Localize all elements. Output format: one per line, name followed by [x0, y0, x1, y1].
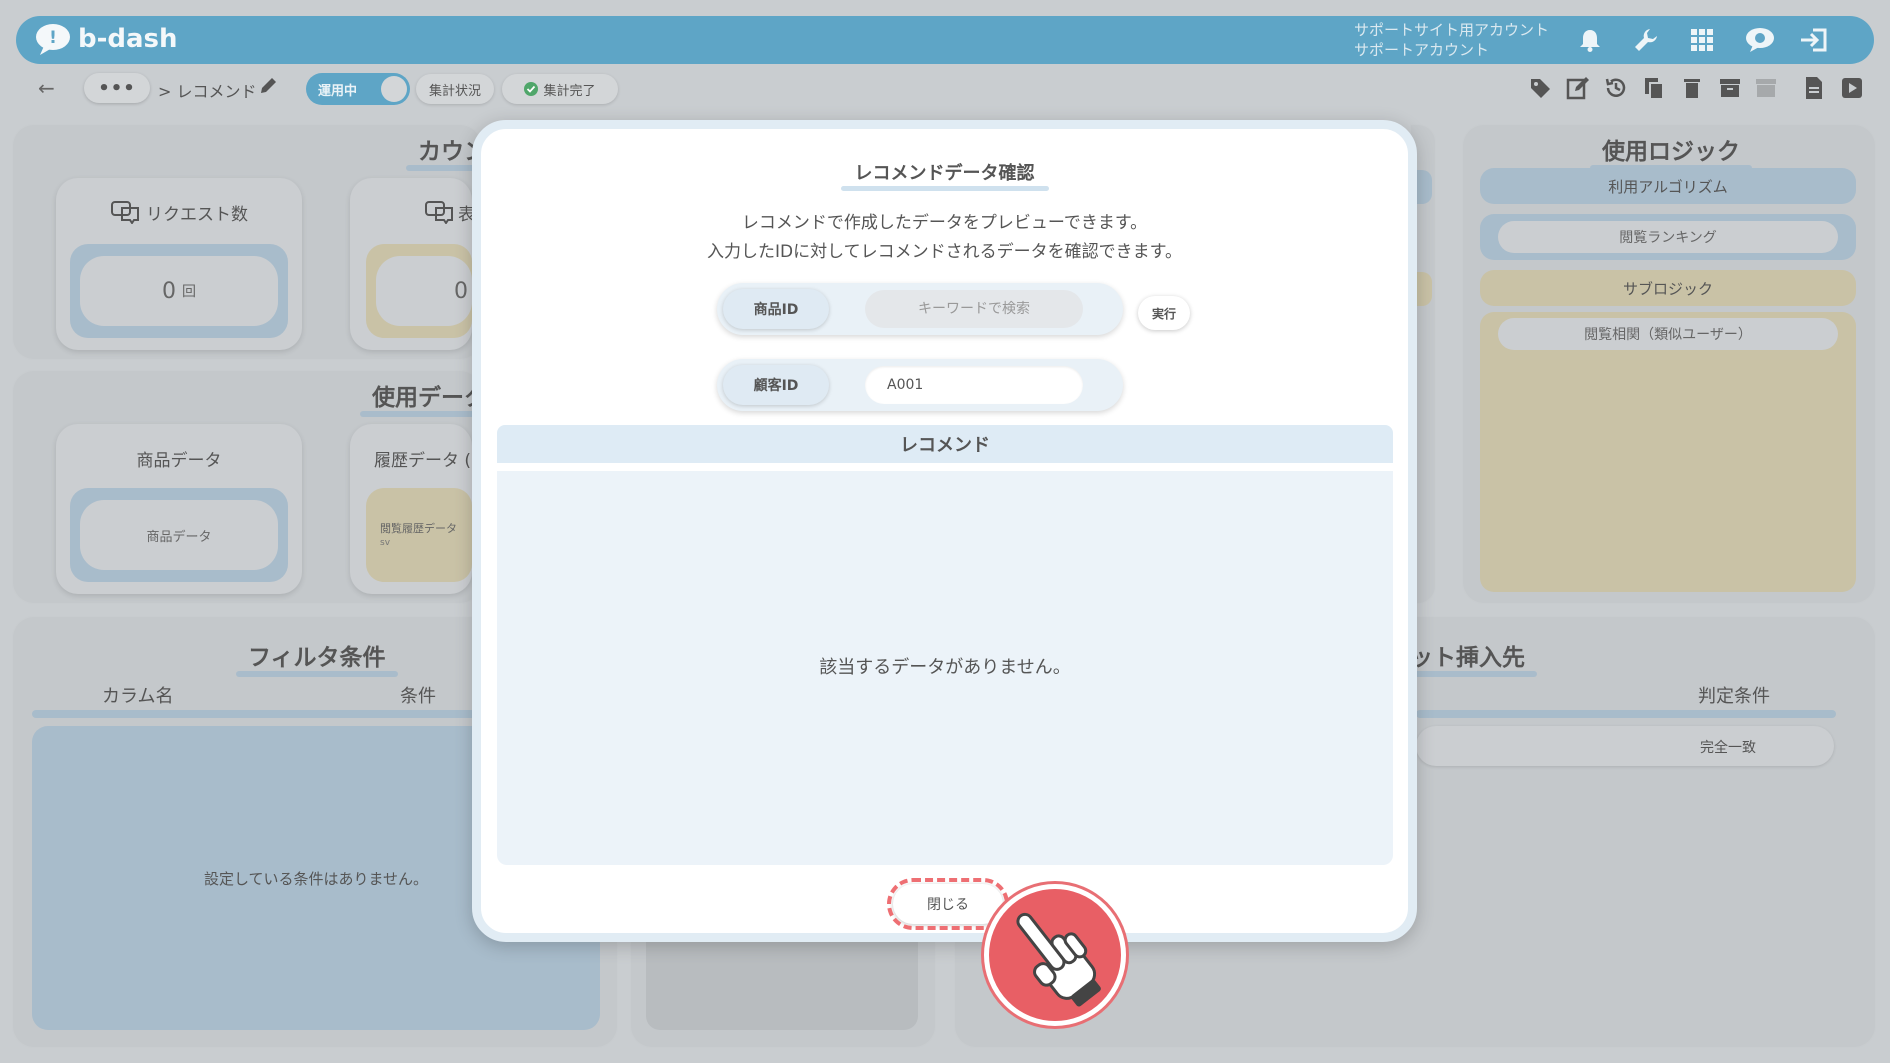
apps-grid-icon[interactable] — [1686, 24, 1718, 56]
pointing-hand-icon — [984, 884, 1126, 1026]
algorithm-frame: 閲覧ランキング — [1480, 214, 1856, 260]
history-data-card: 履歴データ ( 閲覧履歴データ sv — [350, 424, 472, 594]
middle-bottom-area — [646, 942, 918, 1030]
account-line2: サポートアカウント — [1354, 41, 1490, 59]
toggle-knob — [381, 76, 407, 102]
request-count-value: 0 回 — [80, 256, 278, 326]
history-data-label: 履歴データ ( — [374, 451, 472, 471]
toggle-label: 運用中 — [318, 84, 358, 99]
breadcrumb: > レコメンド — [158, 82, 257, 101]
archive-icon[interactable] — [1716, 74, 1744, 102]
request-count-frame: 0 回 — [70, 244, 288, 338]
recommend-table-header: レコメンド — [497, 425, 1393, 463]
product-id-label: 商品ID — [723, 289, 829, 329]
back-arrow-icon[interactable]: ← — [38, 76, 55, 100]
customer-id-input[interactable] — [865, 366, 1083, 404]
logout-icon[interactable] — [1798, 24, 1830, 56]
recommend-table-body: 該当するデータがありません。 — [497, 471, 1393, 865]
logo[interactable]: ! b-dash — [34, 22, 178, 56]
modal-title: レコメンドデータ確認 — [481, 159, 1408, 191]
breadcrumb-more-button[interactable]: ••• — [84, 73, 150, 103]
close-button[interactable]: 閉じる — [887, 878, 1009, 930]
product-data-card: 商品データ 商品データ — [56, 424, 302, 594]
request-value: 0 — [162, 278, 176, 304]
judge-value: 完全一致 — [1700, 740, 1756, 756]
request-count-label: リクエスト数 — [146, 205, 248, 225]
top-bar: ! b-dash サポートサイト用アカウント サポートアカウント — [16, 16, 1874, 64]
modal-desc-line2: 入力したIDに対してレコメンドされるデータを確認できます。 — [707, 242, 1182, 262]
display-count-value: 0 — [376, 256, 472, 326]
product-data-label: 商品データ — [136, 451, 222, 471]
product-data-frame: 商品データ — [70, 488, 288, 582]
play-icon[interactable] — [1838, 74, 1866, 102]
aggregation-done-tag: 集計完了 — [502, 74, 618, 104]
aggregation-status-label: 集計状況 — [428, 83, 481, 99]
no-data-message: 該当するデータがありません。 — [819, 657, 1071, 678]
check-circle-icon — [524, 82, 539, 96]
sublogic-label: サブロジック — [1480, 270, 1856, 306]
insert-target-title: ット挿入先 — [1398, 638, 1537, 677]
display-chat-icon — [424, 200, 454, 228]
product-id-row: 商品ID — [717, 283, 1123, 335]
account-line1: サポートサイト用アカウント — [1354, 21, 1550, 39]
history-data-frame: 閲覧履歴データ sv — [366, 488, 472, 582]
algorithm-value[interactable]: 閲覧ランキング — [1498, 221, 1838, 253]
sub-bar: ← ••• > レコメンド 運用中 集計状況 集計完了 — [10, 70, 1880, 108]
unarchive-icon[interactable] — [1752, 74, 1780, 102]
customer-id-row: 顧客ID — [717, 359, 1123, 411]
aggregation-done-label: 集計完了 — [543, 83, 596, 99]
recommend-data-modal: レコメンドデータ確認 レコメンドで作成したデータをプレビューできます。 入力した… — [472, 120, 1417, 942]
request-chat-icon — [110, 200, 140, 228]
request-unit: 回 — [182, 284, 196, 300]
edit-pencil-icon[interactable] — [258, 76, 278, 100]
product-data-item[interactable]: 商品データ — [80, 500, 278, 570]
judge-col-label: 判定条件 — [1698, 686, 1770, 707]
filter-col-name: カラム名 — [102, 686, 174, 707]
edit-note-icon[interactable] — [1564, 74, 1592, 102]
usage-data-title: 使用データ — [360, 378, 499, 417]
product-id-search-input[interactable] — [865, 290, 1083, 328]
display-count-card: 表 0 — [350, 178, 475, 350]
bell-icon[interactable] — [1574, 24, 1606, 56]
insert-header-line — [1416, 710, 1836, 718]
history-item-title[interactable]: 閲覧履歴データ — [380, 520, 457, 536]
request-count-card: リクエスト数 0 回 — [56, 178, 302, 350]
customer-id-label: 顧客ID — [723, 365, 829, 405]
account-info[interactable]: サポートサイト用アカウント サポートアカウント — [1354, 20, 1549, 60]
copy-icon[interactable] — [1640, 74, 1668, 102]
svg-text:!: ! — [49, 28, 57, 48]
algorithm-label: 利用アルゴリズム — [1480, 168, 1856, 204]
history-icon[interactable] — [1602, 74, 1630, 102]
sublogic-value[interactable]: 閲覧相関（類似ユーザー） — [1498, 318, 1838, 350]
sublogic-frame: 閲覧相関（類似ユーザー） — [1480, 312, 1856, 592]
modal-description: レコメンドで作成したデータをプレビューできます。 入力したIDに対してレコメンド… — [481, 209, 1408, 267]
trash-icon[interactable] — [1678, 74, 1706, 102]
status-toggle[interactable]: 運用中 — [306, 73, 410, 105]
chat-bubble-icon[interactable] — [1744, 24, 1776, 56]
modal-title-text: レコメンドデータ確認 — [854, 163, 1035, 184]
modal-desc-line1: レコメンドで作成したデータをプレビューできます。 — [741, 213, 1148, 233]
display-count-frame: 0 — [366, 244, 472, 338]
aggregation-status-tag[interactable]: 集計状況 — [416, 74, 494, 104]
filter-panel-title: フィルタ条件 — [236, 638, 398, 677]
insert-row: 完全一致 — [1416, 726, 1834, 766]
filter-header-line — [32, 710, 492, 718]
tag-icon[interactable] — [1526, 74, 1554, 102]
filter-col-cond: 条件 — [400, 686, 436, 707]
wrench-icon[interactable] — [1630, 24, 1662, 56]
close-button-label: 閉じる — [927, 897, 969, 913]
execute-button[interactable]: 実行 — [1138, 296, 1190, 330]
logo-bubble-icon: ! — [34, 22, 74, 56]
document-icon[interactable] — [1800, 74, 1828, 102]
history-item-sub: sv — [380, 538, 391, 548]
logic-panel-title: 使用ロジック — [1590, 132, 1752, 171]
logo-text: b-dash — [78, 24, 178, 54]
